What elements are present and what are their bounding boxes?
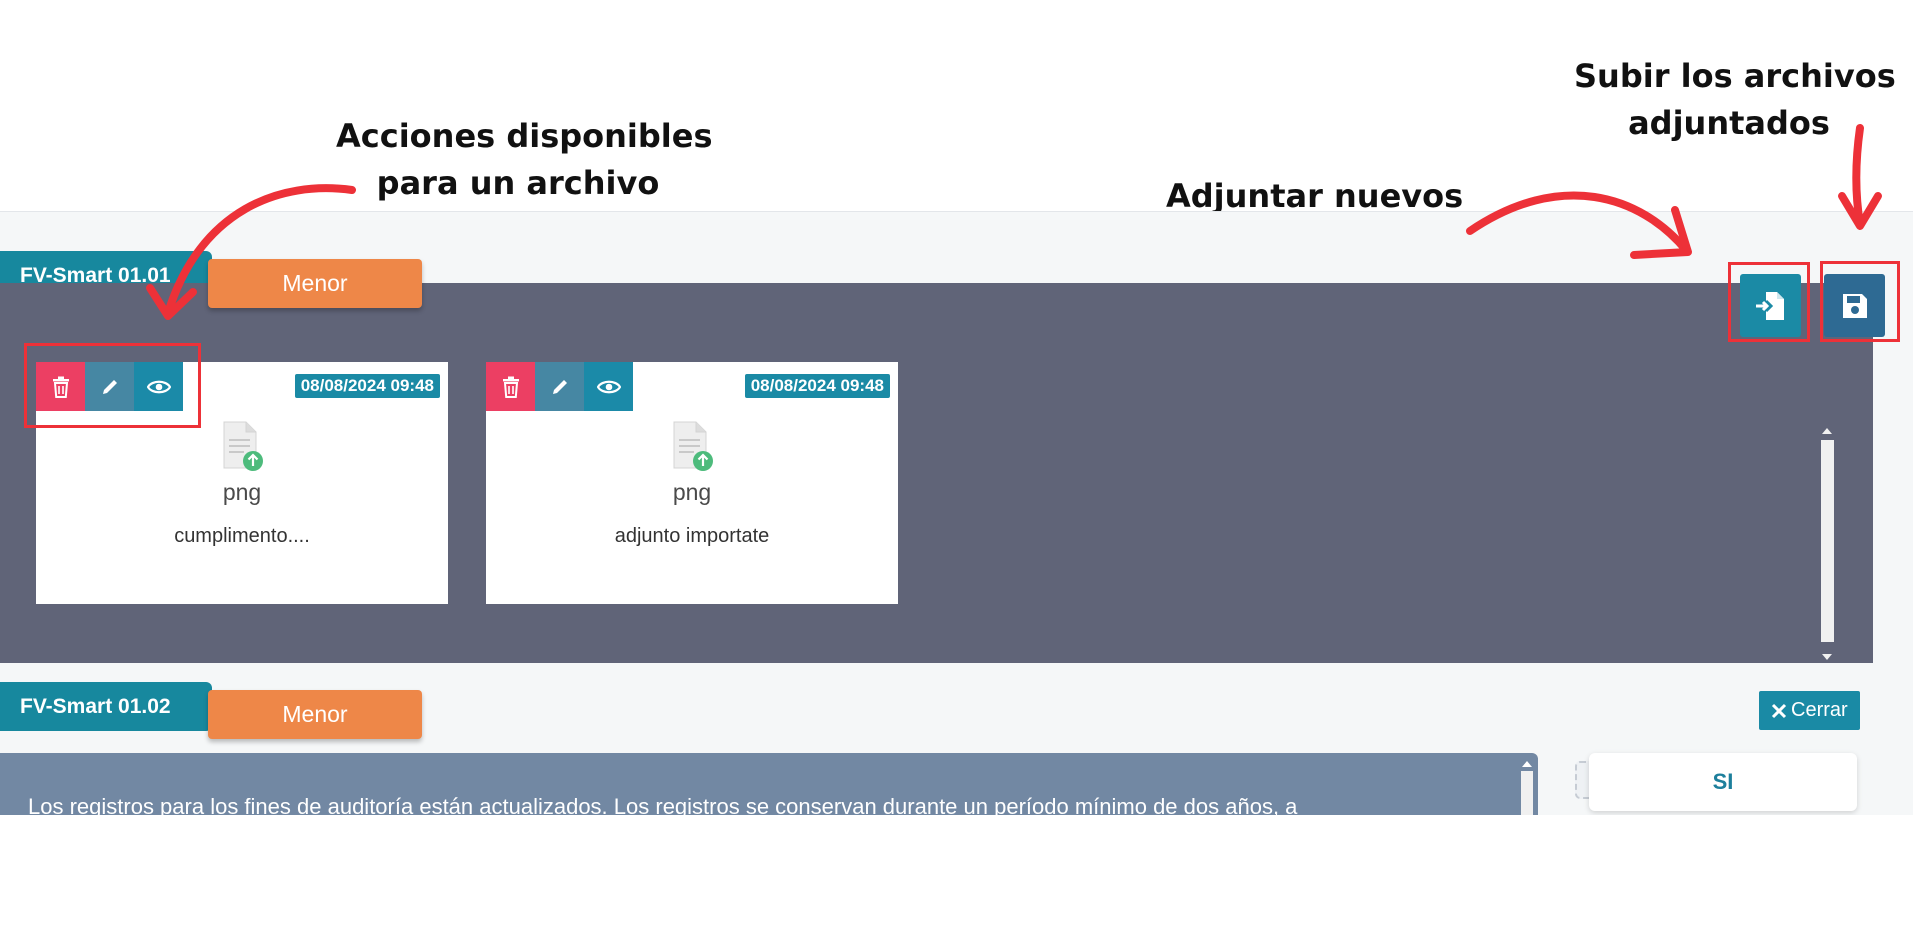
file-date-badge: 08/08/2024 09:48 [744,374,890,398]
requirement-description: Los registros para los fines de auditorí… [0,753,1538,815]
scroll-up-arrow[interactable] [1522,761,1532,767]
severity-badge: Menor [208,690,422,739]
eye-icon [596,380,621,393]
view-file-button[interactable] [134,362,183,411]
save-icon [1842,293,1867,318]
item-code-tag: FV-Smart 01.02 [0,682,212,731]
close-button-label: Cerrar [1791,699,1848,721]
screenshot-stage: Acciones disponibles para un archivo Adj… [0,0,1913,947]
file-name: cumplimento.... [174,525,310,547]
severity-badge: Menor [208,259,422,308]
scroll-down-arrow[interactable] [1822,654,1832,660]
answer-control: SI [1573,753,1857,811]
scroll-track[interactable] [1821,440,1834,642]
app-region: FV-Smart 01.01 08/08/2024 09:48 png cump… [0,211,1913,815]
file-date-badge: 08/08/2024 09:48 [294,374,440,398]
file-extension: png [672,479,712,505]
close-button[interactable]: Cerrar [1759,691,1860,730]
trash-icon [52,376,69,398]
annotation-actions: Acciones disponibles para un archivo [336,113,713,207]
file-card[interactable]: 08/08/2024 09:48 png cumplimento.... [36,362,448,604]
attach-files-button[interactable] [1740,274,1801,337]
answer-si-button[interactable]: SI [1589,753,1857,811]
file-upload-icon [673,421,713,471]
description-scrollbar[interactable] [1521,761,1533,815]
scroll-track[interactable] [1521,771,1533,815]
annotation-upload: Subir los archivos adjuntados [1574,53,1896,147]
file-actions [486,362,633,411]
attachments-panel: 08/08/2024 09:48 png cumplimento.... 08/… [0,283,1873,730]
answer-si-label: SI [1712,769,1734,794]
item-code-label: FV-Smart 01.02 [20,694,171,718]
view-file-button[interactable] [584,362,633,411]
edit-file-button[interactable] [535,362,584,411]
upload-attachments-button[interactable] [1824,274,1885,337]
pencil-icon [102,379,117,394]
delete-file-button[interactable] [486,362,535,411]
delete-file-button[interactable] [36,362,85,411]
annotation-upload-line1: Subir los archivos [1574,57,1896,95]
scroll-up-arrow[interactable] [1822,428,1832,434]
file-actions [36,362,183,411]
pencil-icon [552,379,567,394]
file-extension: png [222,479,262,505]
file-card[interactable]: 08/08/2024 09:48 png adjunto importate [486,362,898,604]
file-name: adjunto importate [614,525,770,547]
annotation-upload-line2: adjuntados [1628,104,1830,142]
edit-file-button[interactable] [85,362,134,411]
severity-label: Menor [282,701,348,727]
annotation-actions-line1: Acciones disponibles [336,117,713,155]
annotation-actions-line2: para un archivo [376,164,660,202]
requirement-text: Los registros para los fines de auditorí… [28,794,1298,815]
attach-file-icon [1755,291,1784,320]
eye-icon [146,380,171,393]
severity-label: Menor [282,270,348,296]
file-upload-icon [223,421,263,471]
close-icon [1771,703,1787,718]
panel-scrollbar[interactable] [1818,426,1834,666]
trash-icon [502,376,519,398]
